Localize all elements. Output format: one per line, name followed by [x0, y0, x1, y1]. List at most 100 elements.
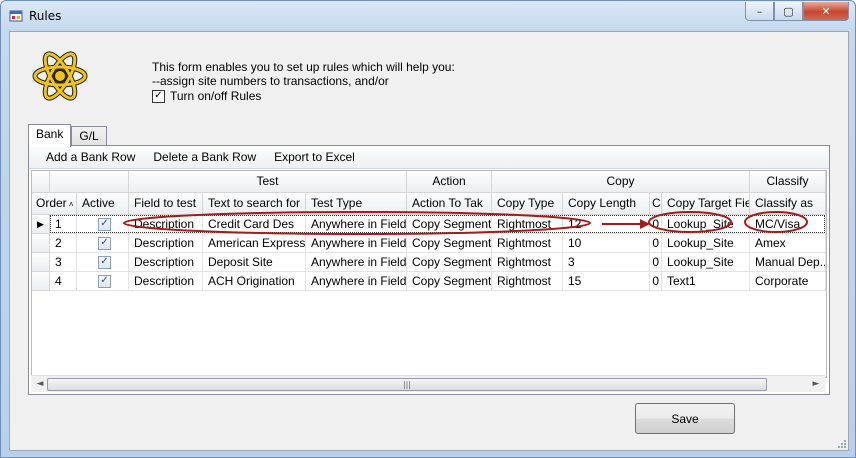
cell-copy-type[interactable]: Rightmost [492, 253, 563, 272]
intro-text: This form enables you to set up rules wh… [152, 60, 455, 88]
maximize-button[interactable]: ▢ [774, 2, 803, 21]
rules-grid[interactable]: Test Action Copy Classify Order ˄ Active… [31, 170, 827, 378]
cell-c[interactable]: 0 [650, 253, 662, 272]
resize-grip-icon[interactable] [836, 438, 846, 448]
row-header[interactable] [32, 234, 50, 253]
row-header[interactable]: ▶ [32, 215, 50, 234]
cell-classify[interactable]: Manual Dep... [750, 253, 826, 272]
cell-classify[interactable]: MC/Visa [750, 215, 826, 234]
window-title: Rules [29, 9, 62, 23]
title-bar[interactable]: Rules – ▢ ✕ [1, 1, 855, 31]
column-header-order[interactable]: Order ˄ [32, 193, 77, 215]
cell-copy-length[interactable]: 15 [563, 272, 650, 291]
column-header-classify[interactable]: Classify as [750, 193, 826, 215]
rules-window: Rules – ▢ ✕ This form enables you to set… [0, 0, 856, 458]
active-checkbox[interactable]: ✓ [98, 275, 111, 288]
intro-line-1: This form enables you to set up rules wh… [152, 60, 455, 74]
cell-action[interactable]: Copy Segment [407, 215, 492, 234]
column-header-action[interactable]: Action To Tak [407, 193, 492, 215]
rules-toggle-label: Turn on/off Rules [170, 89, 262, 103]
cell-order[interactable]: 1 [50, 215, 77, 234]
bank-tab-page: Add a Bank Row Delete a Bank Row Export … [28, 145, 830, 395]
cell-field[interactable]: Description [129, 234, 203, 253]
scroll-thumb[interactable]: ||| [47, 378, 767, 391]
cell-search[interactable]: Credit Card Des [203, 215, 306, 234]
cell-c[interactable]: 0 [650, 215, 662, 234]
add-bank-row-button[interactable]: Add a Bank Row [29, 150, 144, 164]
cell-classify[interactable]: Corporate [750, 272, 826, 291]
cell-c[interactable]: 0 [650, 234, 662, 253]
app-icon [9, 10, 23, 22]
cell-search[interactable]: American Express [203, 234, 306, 253]
cell-target[interactable]: Lookup_Site [662, 234, 750, 253]
column-header-test-type[interactable]: Test Type [306, 193, 407, 215]
cell-c[interactable]: 0 [650, 272, 662, 291]
cell-field[interactable]: Description [129, 215, 203, 234]
active-checkbox[interactable]: ✓ [98, 218, 111, 231]
cell-test-type[interactable]: Anywhere in Field [306, 272, 407, 291]
column-header-copy-target[interactable]: Copy Target Fiel [662, 193, 750, 215]
export-to-excel-button[interactable]: Export to Excel [265, 150, 364, 164]
column-header-c[interactable]: C [650, 193, 662, 215]
cell-active[interactable]: ✓ [77, 234, 129, 253]
rules-toggle-checkbox[interactable]: ✓ [152, 89, 165, 103]
cell-classify[interactable]: Amex [750, 234, 826, 253]
cell-search[interactable]: ACH Origination [203, 272, 306, 291]
horizontal-scrollbar[interactable]: ◄ ||| ► [31, 375, 825, 392]
scroll-right-icon[interactable]: ► [809, 378, 823, 390]
atom-icon [32, 51, 88, 101]
toolbar: Add a Bank Row Delete a Bank Row Export … [29, 146, 829, 169]
row-header[interactable] [32, 253, 50, 272]
column-header-copy-length[interactable]: Copy Length [563, 193, 650, 215]
scroll-left-icon[interactable]: ◄ [33, 378, 47, 390]
column-header-search[interactable]: Text to search for [203, 193, 306, 215]
sort-icon: ˄ [66, 200, 74, 209]
cell-copy-length[interactable]: 12 [563, 215, 650, 234]
cell-action[interactable]: Copy Segment [407, 272, 492, 291]
cell-target[interactable]: Lookup_Site [662, 215, 750, 234]
cell-active[interactable]: ✓ [77, 253, 129, 272]
cell-target[interactable]: Text1 [662, 272, 750, 291]
column-header-active[interactable]: Active [77, 193, 129, 215]
group-header-test: Test [129, 171, 407, 193]
form-client-area: This form enables you to set up rules wh… [9, 31, 849, 451]
intro-line-2: --assign site numbers to transactions, a… [152, 74, 389, 88]
tab-bank[interactable]: Bank [28, 124, 72, 147]
cell-copy-length[interactable]: 3 [563, 253, 650, 272]
group-header-blank [50, 171, 129, 193]
cell-active[interactable]: ✓ [77, 272, 129, 291]
row-header[interactable] [32, 272, 50, 291]
column-header-copy-type[interactable]: Copy Type [492, 193, 563, 215]
cell-field[interactable]: Description [129, 272, 203, 291]
cell-copy-type[interactable]: Rightmost [492, 215, 563, 234]
rules-toggle[interactable]: ✓ Turn on/off Rules [152, 89, 261, 103]
delete-bank-row-button[interactable]: Delete a Bank Row [144, 150, 265, 164]
cell-active[interactable]: ✓ [77, 215, 129, 234]
cell-field[interactable]: Description [129, 253, 203, 272]
tab-gl[interactable]: G/L [71, 126, 107, 146]
active-checkbox[interactable]: ✓ [98, 237, 111, 250]
cell-test-type[interactable]: Anywhere in Field [306, 234, 407, 253]
group-header-classify: Classify [750, 171, 826, 193]
column-header-order-label: Order [36, 196, 67, 210]
cell-copy-type[interactable]: Rightmost [492, 234, 563, 253]
close-button[interactable]: ✕ [803, 2, 849, 21]
cell-action[interactable]: Copy Segment [407, 234, 492, 253]
group-header-action: Action [407, 171, 492, 193]
group-header-copy: Copy [492, 171, 750, 193]
cell-action[interactable]: Copy Segment [407, 253, 492, 272]
cell-order[interactable]: 4 [50, 272, 77, 291]
cell-test-type[interactable]: Anywhere in Field [306, 215, 407, 234]
column-header-field[interactable]: Field to test [129, 193, 203, 215]
cell-order[interactable]: 2 [50, 234, 77, 253]
minimize-button[interactable]: – [745, 2, 774, 21]
corner-header [32, 171, 50, 193]
active-checkbox[interactable]: ✓ [98, 256, 111, 269]
cell-target[interactable]: Lookup_Site [662, 253, 750, 272]
save-button[interactable]: Save [635, 403, 735, 434]
cell-copy-length[interactable]: 10 [563, 234, 650, 253]
cell-test-type[interactable]: Anywhere in Field [306, 253, 407, 272]
cell-order[interactable]: 3 [50, 253, 77, 272]
cell-copy-type[interactable]: Rightmost [492, 272, 563, 291]
cell-search[interactable]: Deposit Site [203, 253, 306, 272]
